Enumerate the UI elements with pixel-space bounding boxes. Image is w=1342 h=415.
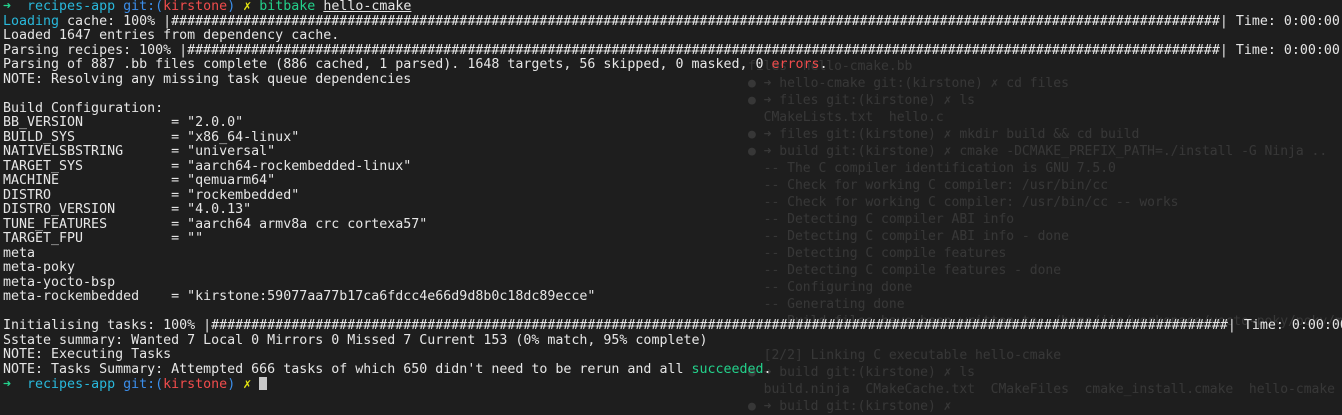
parse-text: Parsing of 887 .bb files complete (886 c… bbox=[3, 57, 772, 72]
init-tasks-progress-line: Initialising tasks: 100% |##############… bbox=[3, 318, 1342, 333]
git-branch: kirstone bbox=[163, 377, 228, 392]
summary-text: NOTE: Tasks Summary: Attempted 666 tasks… bbox=[3, 361, 692, 377]
period: . bbox=[819, 57, 828, 72]
dirty-icon: ✗ bbox=[243, 0, 252, 14]
config-line: DISTRO = "rockembedded" bbox=[3, 187, 300, 203]
command-arg: hello-cmake bbox=[323, 0, 412, 14]
period: . bbox=[763, 361, 772, 377]
git-label: git:( bbox=[123, 377, 164, 392]
git-branch: kirstone bbox=[163, 0, 228, 14]
config-line: TARGET_FPU = "" bbox=[3, 231, 204, 246]
text-cursor[interactable] bbox=[259, 377, 268, 390]
sstate-summary-line: Sstate summary: Wanted 7 Local 0 Mirrors… bbox=[3, 332, 708, 348]
loading-progress: cache: 100% |###########################… bbox=[59, 13, 1340, 29]
config-line: BB_VERSION = "2.0.0" bbox=[3, 115, 244, 130]
config-line: meta-rockembedded = "kirstone:59077aa77b… bbox=[3, 289, 596, 304]
loading-cache-line: Loading cache: 100% |###################… bbox=[3, 13, 1342, 30]
config-line: meta-yocto-bsp bbox=[3, 274, 172, 290]
parsing-progress-line: Parsing recipes: 100% |#################… bbox=[3, 42, 1340, 58]
prompt-dir: recipes-app bbox=[27, 377, 116, 392]
tasks-summary-line: NOTE: Tasks Summary: Attempted 666 tasks… bbox=[3, 361, 1342, 378]
prompt-dir: recipes-app bbox=[27, 0, 116, 14]
git-close: ) bbox=[227, 377, 236, 392]
loading-label: Loading bbox=[3, 13, 60, 29]
prompt-arrow-icon: ➜ bbox=[3, 0, 12, 14]
config-line: TUNE_FEATURES = "aarch64 armv8a crc cort… bbox=[3, 216, 428, 232]
ghost-line: ● ➜ build git:(kirstone) ✗ bbox=[748, 399, 952, 414]
terminal[interactable]: ➜ recipes-app git:(kirstone) ✗ bitbake h… bbox=[3, 0, 1342, 392]
build-config-title: Build Configuration: bbox=[3, 100, 164, 116]
output-line: Loaded 1647 entries from dependency cach… bbox=[3, 28, 340, 43]
config-line: MACHINE = "qemuarm64" bbox=[3, 173, 276, 188]
command: bitbake bbox=[259, 0, 316, 14]
prompt-arrow-icon: ➜ bbox=[3, 377, 12, 392]
config-line: NATIVELSBSTRING = "universal" bbox=[3, 144, 276, 159]
succeeded-word: succeeded bbox=[691, 361, 764, 377]
config-line: BUILD_SYS = "x86_64-linux" bbox=[3, 129, 300, 145]
command-prompt-line: ➜ recipes-app git:(kirstone) ✗ bitbake h… bbox=[3, 0, 1342, 15]
config-line: TARGET_SYS = "aarch64-rockembedded-linux… bbox=[3, 158, 412, 174]
errors-word: errors bbox=[771, 57, 820, 72]
git-close: ) bbox=[227, 0, 236, 14]
config-line: meta bbox=[3, 245, 172, 261]
parse-complete-line: Parsing of 887 .bb files complete (886 c… bbox=[3, 57, 1342, 73]
current-prompt-line[interactable]: ➜ recipes-app git:(kirstone) ✗ bbox=[3, 377, 1342, 392]
config-line: DISTRO_VERSION = "4.0.13" bbox=[3, 202, 252, 217]
output-line: NOTE: Executing Tasks bbox=[3, 347, 172, 362]
config-line: meta-poky bbox=[3, 260, 172, 275]
dirty-icon: ✗ bbox=[243, 377, 252, 392]
output-line: NOTE: Resolving any missing task queue d… bbox=[3, 71, 412, 87]
git-label: git:( bbox=[123, 0, 164, 14]
